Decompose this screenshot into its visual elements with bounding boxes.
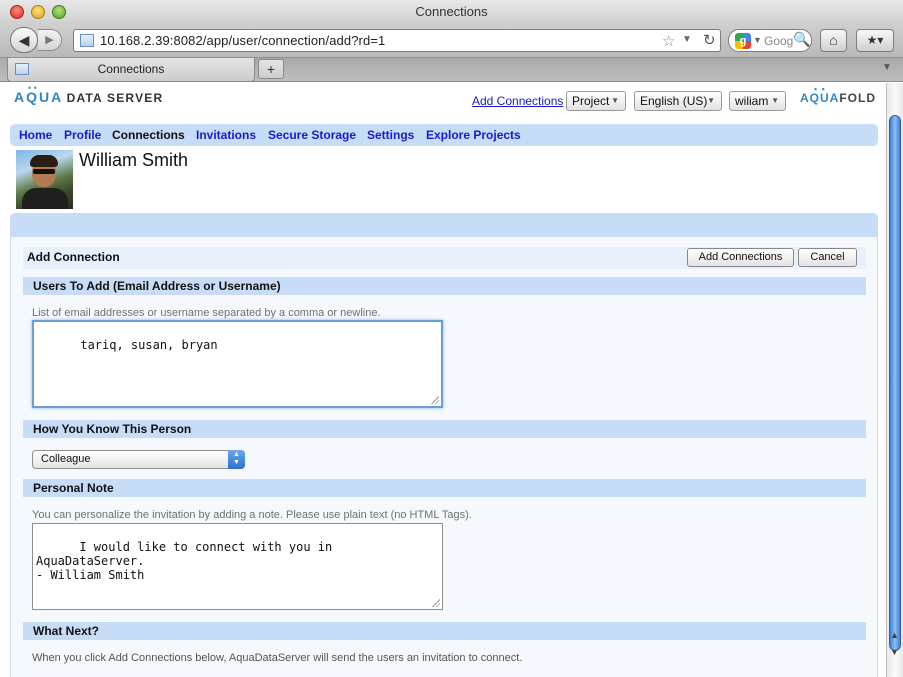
note-hint: You can personalize the invitation by ad…: [32, 509, 472, 521]
nav-item-invitations[interactable]: Invitations: [196, 128, 256, 142]
nav-item-profile[interactable]: Profile: [64, 128, 101, 142]
chevron-down-icon: ▼: [611, 96, 619, 105]
back-arrow-icon: ◀: [18, 32, 30, 48]
language-select[interactable]: English (US) ▼: [634, 91, 722, 111]
chevron-down-icon: ▼: [771, 96, 779, 105]
site-favicon-icon: [80, 34, 94, 47]
user-select[interactable]: wiliam ▼: [729, 91, 786, 111]
users-section-header: Users To Add (Email Address or Username): [23, 277, 866, 295]
back-button[interactable]: ◀: [10, 27, 38, 53]
add-connection-panel: Add Connection Add Connections Cancel Us…: [10, 237, 878, 677]
nav-item-home[interactable]: Home: [19, 128, 52, 142]
url-history-dropdown-icon[interactable]: ▼: [682, 34, 692, 45]
logo-data-server-text: DATA SERVER: [66, 91, 164, 105]
nav-item-explore-projects[interactable]: Explore Projects: [426, 128, 521, 142]
google-icon[interactable]: g: [735, 33, 751, 49]
reload-icon[interactable]: ↻: [703, 31, 716, 49]
plus-icon: +: [266, 61, 276, 77]
logo-aqua-text: AQUA: [14, 89, 64, 105]
resize-grip-icon[interactable]: [432, 599, 440, 607]
resize-grip-icon[interactable]: [431, 396, 439, 404]
scroll-thumb[interactable]: [889, 115, 901, 651]
minimize-window-button[interactable]: [31, 5, 45, 19]
tab-strip: Connections + ▼: [0, 58, 903, 82]
project-select-value: Project: [572, 94, 610, 108]
language-select-value: English (US): [640, 94, 708, 108]
users-textarea[interactable]: tariq, susan, bryan: [32, 320, 443, 408]
address-bar[interactable]: 10.168.2.39:8082/app/user/connection/add…: [73, 29, 721, 52]
form-header: Add Connection Add Connections Cancel: [23, 247, 866, 269]
bookmark-star-icon[interactable]: ☆: [662, 32, 675, 50]
form-title: Add Connection: [27, 250, 120, 264]
page-scrollbar[interactable]: ▲ ▼: [886, 83, 903, 677]
nav-item-connections[interactable]: Connections: [112, 128, 185, 142]
nav-item-settings[interactable]: Settings: [367, 128, 414, 142]
address-bar-url[interactable]: 10.168.2.39:8082/app/user/connection/add…: [100, 33, 385, 48]
chevron-down-icon: ▼: [707, 96, 715, 105]
new-tab-button[interactable]: +: [258, 59, 284, 79]
window-title: Connections: [415, 4, 488, 19]
scroll-up-arrow-icon[interactable]: ▲: [890, 630, 899, 640]
add-connections-link[interactable]: Add Connections: [472, 94, 563, 108]
users-section-title: Users To Add (Email Address or Username): [33, 279, 281, 293]
forward-button[interactable]: ▶: [38, 29, 62, 51]
next-text: When you click Add Connections below, Aq…: [32, 652, 523, 664]
aqua-data-server-logo[interactable]: • • AQUA DATA SERVER: [14, 83, 164, 105]
logo-dots-icon: • •: [814, 84, 826, 94]
home-icon: ⌂: [829, 32, 838, 48]
relation-select-value: Colleague: [41, 453, 91, 465]
search-bar[interactable]: g ▼ Goog 🔍: [728, 29, 812, 52]
bookmarks-button[interactable]: ★▾: [856, 29, 894, 52]
avatar: [16, 150, 73, 209]
relation-section-title: How You Know This Person: [33, 422, 192, 436]
window-titlebar: Connections: [0, 0, 903, 24]
project-select[interactable]: Project ▼: [566, 91, 626, 111]
tab-list-dropdown-icon[interactable]: ▼: [882, 62, 892, 73]
search-icon[interactable]: 🔍: [793, 31, 810, 48]
nav-item-secure-storage[interactable]: Secure Storage: [268, 128, 356, 142]
select-stepper-icon: ▲ ▼: [228, 450, 245, 469]
relation-select[interactable]: Colleague ▲ ▼: [32, 450, 245, 469]
search-engine-dropdown-icon[interactable]: ▼: [753, 35, 762, 45]
cancel-button[interactable]: Cancel: [798, 248, 857, 267]
logo-dots-icon: • •: [28, 83, 37, 93]
home-button[interactable]: ⌂: [820, 29, 847, 52]
note-section-header: Personal Note: [23, 479, 866, 497]
add-connections-button[interactable]: Add Connections: [687, 248, 794, 267]
users-hint: List of email addresses or username sepa…: [32, 307, 381, 319]
bookmarks-icon: ★▾: [866, 33, 884, 47]
tab-connections[interactable]: Connections: [7, 58, 255, 82]
tab-label: Connections: [97, 62, 165, 76]
content-header-band: [10, 213, 878, 237]
next-section-title: What Next?: [33, 624, 99, 638]
scroll-down-arrow-icon[interactable]: ▼: [890, 647, 899, 657]
profile-name: William Smith: [79, 150, 189, 170]
note-textarea-value: I would like to connect with you in Aqua…: [36, 540, 333, 582]
search-input[interactable]: Goog: [764, 34, 793, 48]
page-content: • • AQUA DATA SERVER Add Connections Pro…: [0, 83, 886, 677]
users-textarea-value: tariq, susan, bryan: [80, 338, 218, 352]
logo-fold-text: FOLD: [839, 91, 877, 105]
forward-arrow-icon: ▶: [45, 34, 54, 46]
relation-section-header: How You Know This Person: [23, 420, 866, 438]
user-select-value: wiliam: [735, 94, 769, 108]
next-section-header: What Next?: [23, 622, 866, 640]
close-window-button[interactable]: [10, 5, 24, 19]
aquafold-logo[interactable]: • • AQUAFOLD: [800, 84, 877, 105]
note-textarea[interactable]: I would like to connect with you in Aqua…: [32, 523, 443, 610]
main-nav: Home Profile Connections Invitations Sec…: [10, 124, 878, 146]
zoom-window-button[interactable]: [52, 5, 66, 19]
browser-toolbar: ◀ ▶ 10.168.2.39:8082/app/user/connection…: [0, 24, 903, 58]
note-section-title: Personal Note: [33, 481, 114, 495]
